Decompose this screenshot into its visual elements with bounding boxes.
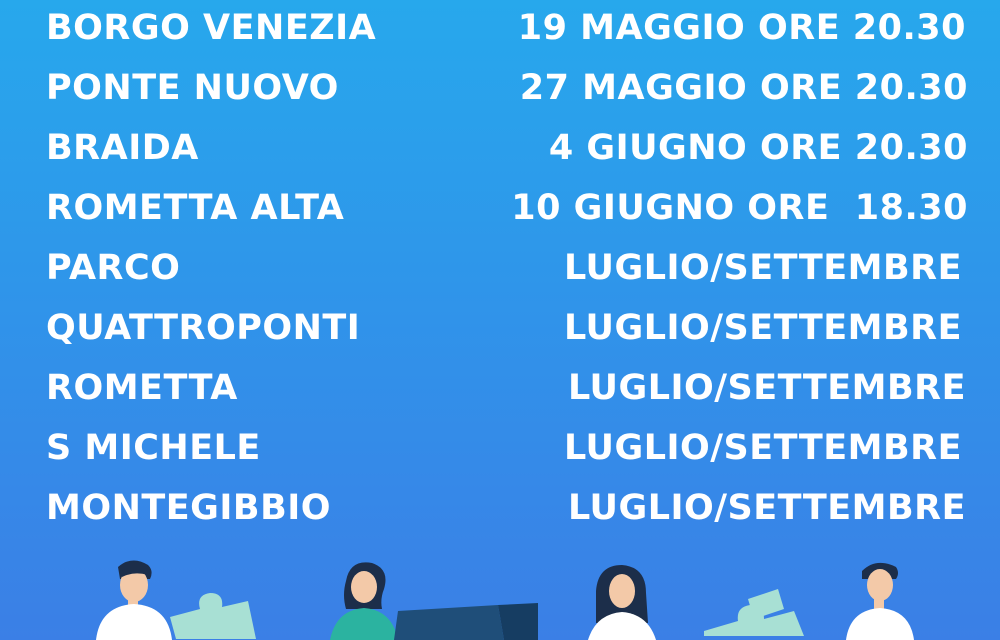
person-icon <box>846 562 914 640</box>
puzzle-piece-icon <box>170 593 256 639</box>
event-date: LUGLIO/SETTEMBRE <box>563 308 962 348</box>
schedule-row: PARCO LUGLIO/SETTEMBRE <box>0 240 1000 296</box>
schedule-row: BORGO VENEZIA 19 MAGGIO ORE 20.30 <box>0 0 1000 56</box>
schedule-row: S MICHELE LUGLIO/SETTEMBRE <box>0 420 1000 476</box>
event-date: 27 MAGGIO ORE 20.30 <box>519 68 968 108</box>
event-date: 10 GIUGNO ORE 18.30 <box>511 188 968 228</box>
place-name: MONTEGIBBIO <box>46 488 332 528</box>
place-name: S MICHELE <box>46 428 261 468</box>
person-icon <box>96 560 172 640</box>
place-name: ROMETTA <box>46 368 238 408</box>
event-date: LUGLIO/SETTEMBRE <box>563 248 962 288</box>
schedule-row: BRAIDA 4 GIUGNO ORE 20.30 <box>0 120 1000 176</box>
schedule-row: QUATTROPONTI LUGLIO/SETTEMBRE <box>0 300 1000 356</box>
place-name: QUATTROPONTI <box>46 308 361 348</box>
schedule-row: PONTE NUOVO 27 MAGGIO ORE 20.30 <box>0 60 1000 116</box>
people-with-puzzle-pieces-illustration <box>0 545 1000 640</box>
place-name: ROMETTA ALTA <box>46 188 345 228</box>
schedule-row: ROMETTA ALTA 10 GIUGNO ORE 18.30 <box>0 180 1000 236</box>
event-date: LUGLIO/SETTEMBRE <box>567 488 966 528</box>
event-date: 4 GIUGNO ORE 20.30 <box>548 128 968 168</box>
schedule-row: MONTEGIBBIO LUGLIO/SETTEMBRE <box>0 480 1000 536</box>
person-icon <box>330 562 398 640</box>
illustration-svg <box>96 560 914 640</box>
schedule-row: ROMETTA LUGLIO/SETTEMBRE <box>0 360 1000 416</box>
place-name: BRAIDA <box>46 128 199 168</box>
event-date: LUGLIO/SETTEMBRE <box>567 368 966 408</box>
schedule-list: BORGO VENEZIA 19 MAGGIO ORE 20.30 PONTE … <box>0 0 1000 545</box>
place-name: PONTE NUOVO <box>46 68 339 108</box>
person-icon <box>588 565 656 640</box>
event-date: LUGLIO/SETTEMBRE <box>563 428 962 468</box>
place-name: PARCO <box>46 248 181 288</box>
puzzle-piece-icon <box>704 589 804 636</box>
place-name: BORGO VENEZIA <box>46 8 377 48</box>
puzzle-piece-icon <box>394 603 538 640</box>
event-date: 19 MAGGIO ORE 20.30 <box>517 8 966 48</box>
